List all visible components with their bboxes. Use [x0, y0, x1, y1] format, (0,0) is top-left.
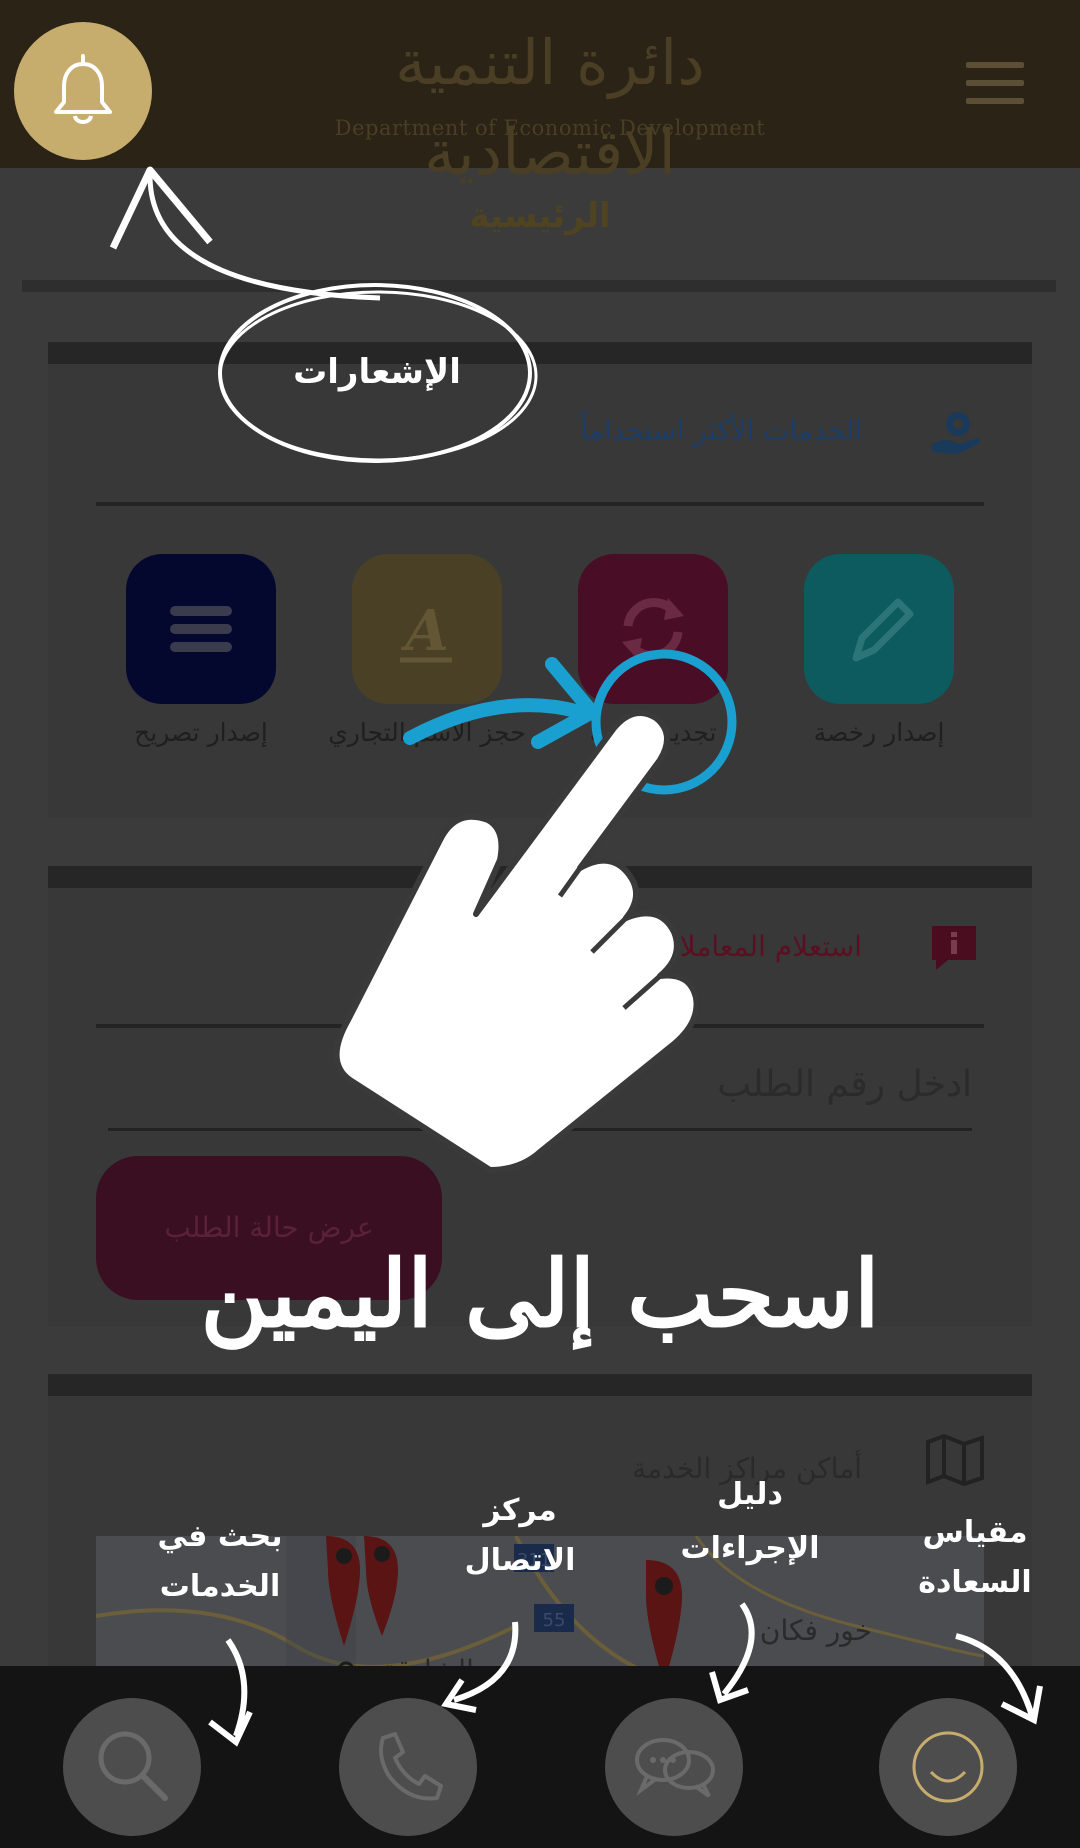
notifications-annotation: الإشعارات — [293, 352, 461, 392]
annotation-line: مركز — [483, 1493, 557, 1528]
annotation-line: الخدمات — [159, 1569, 281, 1604]
search-services-annotation: بحث في الخدمات — [130, 1512, 310, 1612]
annotation-line: دليل — [717, 1477, 783, 1512]
happiness-meter-annotation: مقياس السعادة — [900, 1508, 1050, 1608]
contact-center-annotation: مركز الاتصال — [440, 1486, 600, 1586]
swipe-right-instruction: اسحب إلى اليمين — [200, 1240, 880, 1348]
annotation-line: الإجراءات — [680, 1531, 820, 1566]
swipe-hand-icon — [333, 709, 700, 1173]
annotation-line: السعادة — [918, 1565, 1032, 1600]
procedures-guide-annotation: دليل الإجراءات — [660, 1468, 840, 1576]
annotation-line: الاتصال — [464, 1543, 576, 1578]
annotation-line: بحث في — [157, 1519, 283, 1554]
annotation-line: مقياس — [922, 1515, 1028, 1550]
